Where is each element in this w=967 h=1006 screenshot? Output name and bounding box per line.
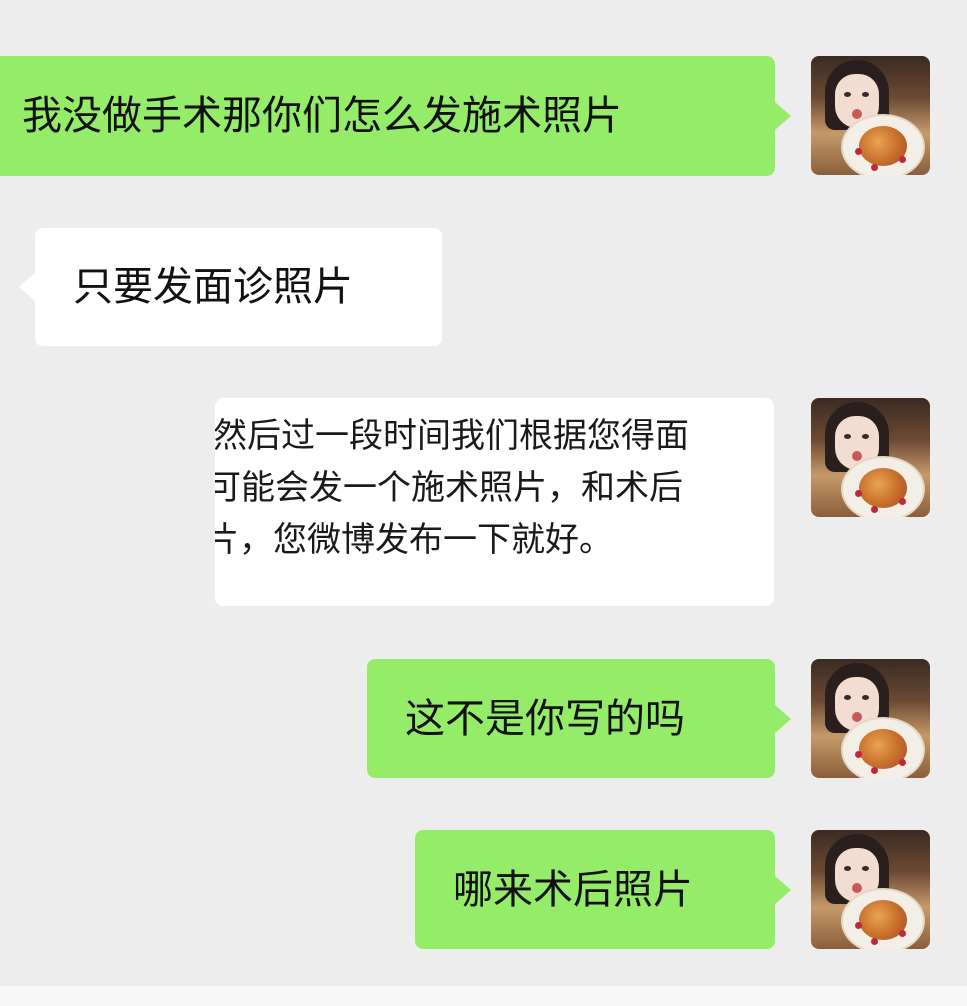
message-bubble-sent[interactable]: 我没做手术那你们怎么发施术照片 (0, 56, 775, 176)
message-text: 哪来术后照片 (453, 866, 693, 913)
bubble-tail (775, 102, 791, 130)
image-message[interactable]: 然后过一段时间我们根据您得面 可能会发一个施术照片，和术后 片，您微博发布一下就… (215, 398, 774, 606)
message-bubble-sent[interactable]: 哪来术后照片 (415, 830, 775, 949)
image-text-line: 然后过一段时间我们根据您得面 (215, 416, 689, 456)
message-bubble-sent[interactable]: 这不是你写的吗 (367, 659, 775, 778)
avatar[interactable] (811, 398, 930, 517)
bubble-tail (775, 705, 791, 733)
image-text-line: 可能会发一个施术照片，和术后 (215, 468, 683, 508)
image-text-line: 片，您微博发布一下就好。 (215, 520, 613, 560)
chat-window: 我没做手术那你们怎么发施术照片 只要发面诊照片 然后过一段时间我们根据您得面 可… (0, 0, 967, 1006)
avatar[interactable] (811, 56, 930, 175)
cropped-edge (219, 398, 279, 409)
avatar[interactable] (811, 830, 930, 949)
bottom-bar (0, 986, 967, 1006)
message-text: 我没做手术那你们怎么发施术照片 (22, 93, 622, 139)
bubble-tail (775, 876, 791, 904)
bubble-tail (19, 273, 35, 301)
message-text: 只要发面诊照片 (73, 264, 353, 310)
avatar[interactable] (811, 659, 930, 778)
message-bubble-received[interactable]: 只要发面诊照片 (35, 228, 442, 346)
message-text: 这不是你写的吗 (405, 695, 685, 742)
